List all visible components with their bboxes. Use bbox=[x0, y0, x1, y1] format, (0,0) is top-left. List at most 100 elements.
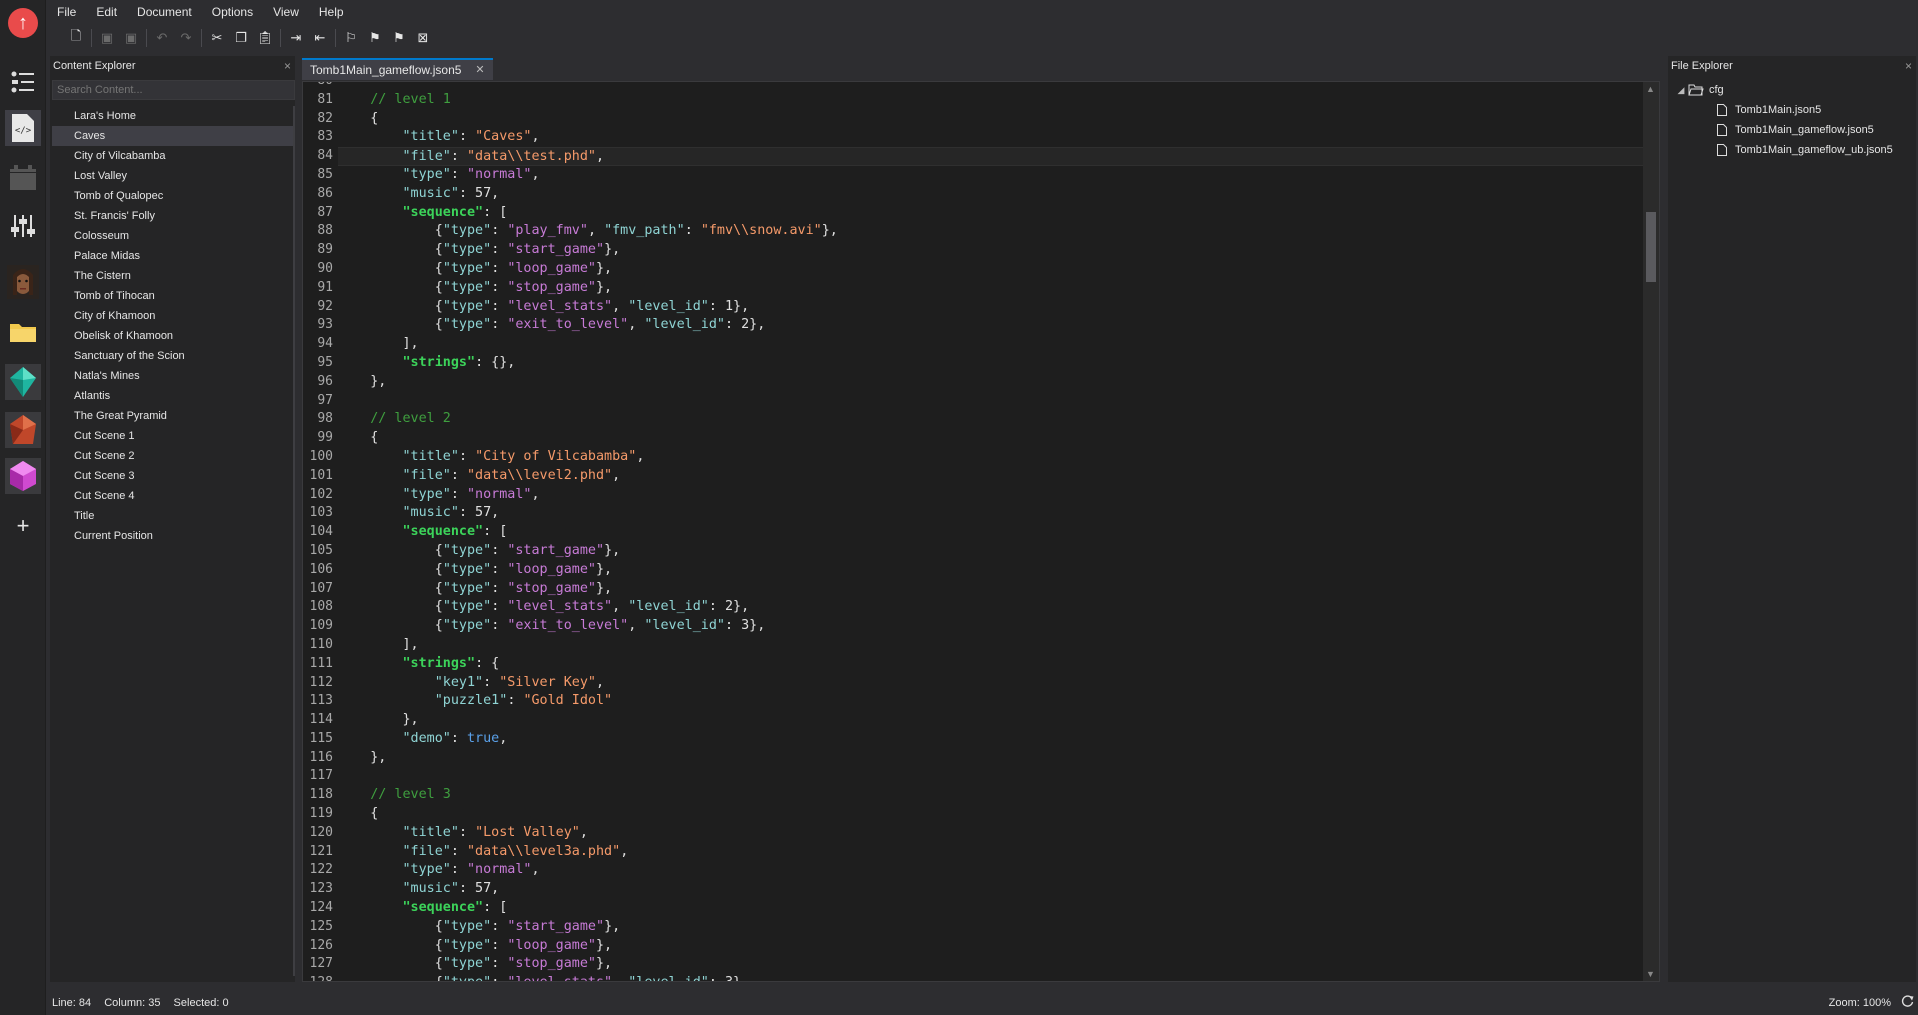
code-line[interactable]: "puzzle1": "Gold Idol" bbox=[338, 692, 1643, 711]
code-line[interactable]: }, bbox=[338, 749, 1643, 768]
lara-portrait-icon[interactable] bbox=[5, 264, 41, 300]
save-icon[interactable]: ▣ bbox=[95, 27, 119, 49]
tree-file[interactable]: Tomb1Main.json5 bbox=[1670, 100, 1916, 120]
menu-document[interactable]: Document bbox=[127, 0, 202, 24]
scroll-up-icon[interactable]: ▲ bbox=[1646, 84, 1655, 94]
tree-folder-cfg[interactable]: ◢ cfg bbox=[1670, 80, 1916, 100]
code-line[interactable]: {"type": "start_game"}, bbox=[338, 918, 1643, 937]
code-line[interactable]: "strings": { bbox=[338, 655, 1643, 674]
list-item[interactable]: Cut Scene 4 bbox=[52, 486, 293, 506]
red-gem-icon[interactable] bbox=[5, 412, 41, 448]
code-line[interactable]: {"type": "loop_game"}, bbox=[338, 937, 1643, 956]
code-line[interactable]: {"type": "level_stats", "level_id": 1}, bbox=[338, 298, 1643, 317]
code-line[interactable]: "sequence": [ bbox=[338, 523, 1643, 542]
code-line[interactable]: {"type": "level_stats", "level_id": 2}, bbox=[338, 598, 1643, 617]
list-item[interactable]: Colosseum bbox=[52, 226, 293, 246]
code-line[interactable]: "music": 57, bbox=[338, 880, 1643, 899]
code-line[interactable]: "type": "normal", bbox=[338, 486, 1643, 505]
code-area[interactable]: // level 1 { "title": "Caves", "file": "… bbox=[338, 82, 1643, 981]
code-line[interactable]: {"type": "exit_to_level", "level_id": 3}… bbox=[338, 617, 1643, 636]
tab-gameflow[interactable]: Tomb1Main_gameflow.json5 ✕ bbox=[302, 58, 493, 80]
code-editor[interactable]: 8081 82 83 84 85 86 87 88 89 90 91 92 93 94 95 96 97 98 99… bbox=[302, 81, 1660, 982]
level-icon[interactable] bbox=[5, 160, 41, 196]
code-line[interactable]: {"type": "stop_game"}, bbox=[338, 955, 1643, 974]
code-line[interactable]: "music": 57, bbox=[338, 185, 1643, 204]
menu-edit[interactable]: Edit bbox=[86, 0, 127, 24]
list-item[interactable]: Tomb of Tihocan bbox=[52, 286, 293, 306]
menu-view[interactable]: View bbox=[263, 0, 309, 24]
code-line[interactable]: {"type": "level_stats", "level_id": 3}, bbox=[338, 974, 1643, 981]
code-line[interactable]: ], bbox=[338, 636, 1643, 655]
list-item[interactable]: Cut Scene 3 bbox=[52, 466, 293, 486]
prev-bookmark-icon[interactable]: ⚑ bbox=[363, 27, 387, 49]
menu-options[interactable]: Options bbox=[202, 0, 263, 24]
code-line[interactable] bbox=[338, 392, 1643, 411]
copy-icon[interactable]: ❐ bbox=[229, 27, 253, 49]
code-line[interactable]: {"type": "start_game"}, bbox=[338, 542, 1643, 561]
list-item[interactable]: Palace Midas bbox=[52, 246, 293, 266]
pink-gem-icon[interactable] bbox=[5, 458, 41, 494]
code-line[interactable]: {"type": "start_game"}, bbox=[338, 241, 1643, 260]
code-line[interactable]: "sequence": [ bbox=[338, 204, 1643, 223]
code-line[interactable]: "file": "data\\level3a.phd", bbox=[338, 843, 1643, 862]
list-item[interactable]: Lost Valley bbox=[52, 166, 293, 186]
code-line[interactable]: "demo": true, bbox=[338, 730, 1643, 749]
menu-file[interactable]: File bbox=[47, 0, 86, 24]
code-line[interactable]: "key1": "Silver Key", bbox=[338, 674, 1643, 693]
list-item[interactable]: City of Khamoon bbox=[52, 306, 293, 326]
list-item[interactable]: The Great Pyramid bbox=[52, 406, 293, 426]
code-line[interactable]: "file": "data\\test.phd", bbox=[338, 147, 1643, 166]
editor-scrollbar[interactable]: ▲ ▼ bbox=[1643, 82, 1659, 981]
code-line[interactable]: }, bbox=[338, 711, 1643, 730]
close-icon[interactable]: × bbox=[284, 56, 295, 76]
list-item[interactable]: Tomb of Qualopec bbox=[52, 186, 293, 206]
code-line[interactable]: {"type": "loop_game"}, bbox=[338, 260, 1643, 279]
code-line[interactable]: // level 1 bbox=[338, 91, 1643, 110]
list-item[interactable]: City of Vilcabamba bbox=[52, 146, 293, 166]
code-line[interactable]: { bbox=[338, 110, 1643, 129]
scroll-down-icon[interactable]: ▼ bbox=[1646, 969, 1655, 979]
expand-arrow-icon[interactable]: ◢ bbox=[1674, 80, 1688, 100]
bookmark-icon[interactable]: ⚐ bbox=[339, 27, 363, 49]
sliders-icon[interactable] bbox=[5, 208, 41, 244]
code-line[interactable]: // level 3 bbox=[338, 786, 1643, 805]
close-icon[interactable]: × bbox=[1905, 56, 1916, 76]
list-item[interactable]: Natla's Mines bbox=[52, 366, 293, 386]
code-line[interactable]: // level 2 bbox=[338, 410, 1643, 429]
list-item[interactable]: Title bbox=[52, 506, 293, 526]
indent-icon[interactable]: ⇥ bbox=[284, 27, 308, 49]
code-line[interactable]: {"type": "loop_game"}, bbox=[338, 561, 1643, 580]
outdent-icon[interactable]: ⇤ bbox=[308, 27, 332, 49]
list-item[interactable]: Atlantis bbox=[52, 386, 293, 406]
undo-icon[interactable]: ↶ bbox=[150, 27, 174, 49]
redo-icon[interactable]: ↷ bbox=[174, 27, 198, 49]
list-item[interactable]: Lara's Home bbox=[52, 106, 293, 126]
list-icon[interactable] bbox=[5, 64, 41, 100]
code-file-icon[interactable]: </> bbox=[5, 110, 41, 146]
list-item[interactable]: Cut Scene 2 bbox=[52, 446, 293, 466]
list-item[interactable]: St. Francis' Folly bbox=[52, 206, 293, 226]
code-line[interactable]: }, bbox=[338, 373, 1643, 392]
code-line[interactable]: "title": "Caves", bbox=[338, 128, 1643, 147]
code-line[interactable]: {"type": "exit_to_level", "level_id": 2}… bbox=[338, 316, 1643, 335]
search-content-input[interactable] bbox=[52, 80, 295, 100]
code-line[interactable]: {"type": "play_fmv", "fmv_path": "fmv\\s… bbox=[338, 222, 1643, 241]
code-line[interactable]: ], bbox=[338, 335, 1643, 354]
folder-icon[interactable] bbox=[5, 314, 41, 350]
list-item[interactable]: Cut Scene 1 bbox=[52, 426, 293, 446]
code-line[interactable]: "sequence": [ bbox=[338, 899, 1643, 918]
app-logo-icon[interactable]: ↑ bbox=[5, 5, 41, 41]
list-item[interactable]: The Cistern bbox=[52, 266, 293, 286]
reset-zoom-icon[interactable] bbox=[1901, 994, 1914, 1011]
add-icon[interactable]: + bbox=[5, 508, 41, 544]
code-line[interactable]: { bbox=[338, 429, 1643, 448]
list-item[interactable]: Sanctuary of the Scion bbox=[52, 346, 293, 366]
code-line[interactable]: "file": "data\\level2.phd", bbox=[338, 467, 1643, 486]
code-line[interactable]: "title": "City of Vilcabamba", bbox=[338, 448, 1643, 467]
scrollbar-thumb[interactable] bbox=[1646, 212, 1656, 282]
code-line[interactable]: "type": "normal", bbox=[338, 861, 1643, 880]
list-item[interactable]: Current Position bbox=[52, 526, 293, 546]
code-line[interactable] bbox=[338, 767, 1643, 786]
tree-file[interactable]: Tomb1Main_gameflow_ub.json5 bbox=[1670, 140, 1916, 160]
next-bookmark-icon[interactable]: ⚑ bbox=[387, 27, 411, 49]
